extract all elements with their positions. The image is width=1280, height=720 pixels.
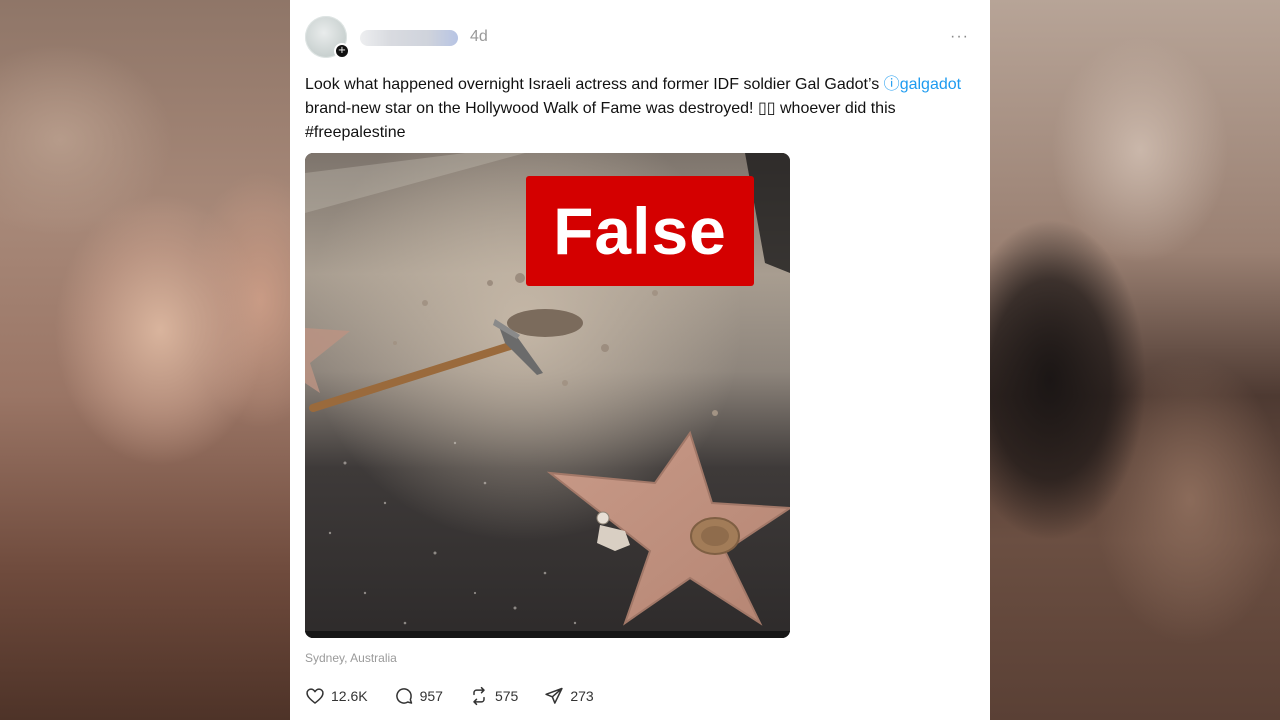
instagram-icon: ⓘ <box>883 76 900 93</box>
post-timestamp: 4d <box>470 28 488 45</box>
send-icon <box>545 687 563 704</box>
fact-check-false-label: False <box>526 176 754 286</box>
share-button[interactable]: 273 <box>544 686 594 706</box>
post-image[interactable]: False <box>305 153 790 638</box>
blurred-background-right <box>990 0 1280 720</box>
comment-icon <box>395 688 412 704</box>
like-button[interactable]: 12.6K <box>305 686 368 706</box>
repost-count: 575 <box>494 688 519 704</box>
post-actions: 12.6K 957 575 273 <box>305 684 620 708</box>
post-text-part1: Look what happened overnight Israeli act… <box>305 76 884 93</box>
post-card: + 4d ··· Look what happened overnight Is… <box>290 0 990 720</box>
mention-handle: galgadot <box>899 76 962 93</box>
more-options-button[interactable]: ··· <box>950 28 969 46</box>
username-blurred[interactable] <box>360 30 458 46</box>
share-count: 273 <box>570 688 594 704</box>
reply-count: 957 <box>419 688 443 704</box>
like-count: 12.6K <box>331 688 368 704</box>
heart-icon <box>306 688 324 704</box>
mention-link[interactable]: ⓘgalgadot <box>884 76 961 93</box>
reply-button[interactable]: 957 <box>394 686 443 706</box>
follow-badge-icon[interactable]: + <box>334 43 350 59</box>
blurred-background-left <box>0 0 290 720</box>
post-text-part2: brand-new star on the Hollywood Walk of … <box>305 100 896 141</box>
repost-button[interactable]: 575 <box>469 686 518 706</box>
post-text: Look what happened overnight Israeli act… <box>305 73 975 145</box>
repost-icon <box>473 686 485 706</box>
location-text[interactable]: Sydney, Australia <box>305 651 397 665</box>
